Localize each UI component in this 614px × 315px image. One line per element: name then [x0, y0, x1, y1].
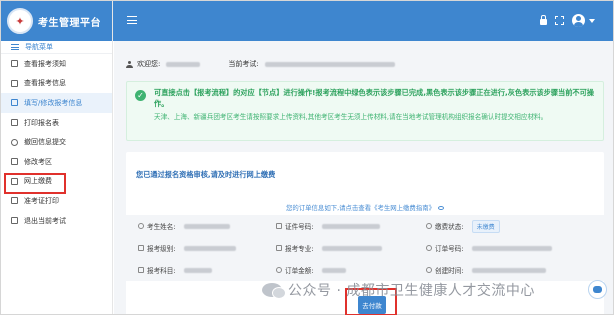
- redacted-value: [183, 267, 212, 273]
- logo-bar: ✦ 考生管理平台: [1, 1, 112, 41]
- list-icon: [138, 267, 144, 273]
- sidebar-item-label: 填写/修改报考信息: [24, 98, 83, 107]
- order-info-grid: 考生姓名: 证件号码: 缴费状态: 未缴费 报考级别: 报考专业: 订单号码: …: [126, 215, 604, 281]
- book-icon: [276, 245, 282, 251]
- sidebar-item-online-payment[interactable]: 网上缴费: [1, 172, 112, 194]
- person-icon: [138, 223, 144, 229]
- sidebar-item-exit-exam[interactable]: 退出当前考试: [1, 211, 112, 231]
- field-label: 订单号码:: [435, 245, 464, 253]
- sidebar-item-label: 准考证打印: [24, 196, 59, 205]
- logo-emblem-icon: ✦: [7, 8, 33, 34]
- field-level: 报考级别:: [138, 237, 236, 259]
- field-label: 证件号码:: [285, 223, 314, 231]
- sidebar-item-label: 网上缴费: [24, 177, 52, 186]
- field-name: 考生姓名:: [138, 215, 230, 237]
- coin-icon: [426, 223, 432, 229]
- redacted-username: [166, 61, 201, 67]
- field-id-number: 证件号码:: [276, 215, 380, 237]
- eye-icon: [438, 206, 444, 210]
- notice-line-1: 可直接点击【报考流程】的对应【节点】进行操作!报考流程中绿色表示该步骤已完成,黑…: [154, 88, 594, 108]
- order-icon: [426, 245, 432, 251]
- coin-icon: [276, 267, 282, 273]
- field-label: 创建时间:: [435, 267, 464, 275]
- field-subject: 报考科目:: [138, 259, 212, 281]
- sidebar: ✦ 考生管理平台 导航菜单 查看报考须知 查看报考信息 填写/修改报考信息 打印…: [1, 1, 113, 314]
- redacted-value: [321, 267, 346, 273]
- field-label: 缴费状态:: [435, 223, 464, 231]
- undo-icon: [11, 138, 18, 146]
- field-label: 报考专业:: [285, 245, 314, 253]
- sidebar-item-exam-notice[interactable]: 查看报考须知: [1, 54, 112, 74]
- welcome-label: 欢迎您:: [137, 60, 161, 68]
- fullscreen-icon[interactable]: [555, 16, 564, 25]
- status-badge: 未缴费: [471, 219, 500, 233]
- user-icon: [126, 60, 133, 68]
- edit-icon: [11, 99, 18, 107]
- sidebar-item-admit-card[interactable]: 准考证打印: [1, 191, 112, 211]
- document-icon: [11, 177, 18, 185]
- top-bar: [113, 1, 613, 41]
- sidebar-item-withdraw[interactable]: 撤回信息提交: [1, 132, 112, 152]
- top-bar-actions: [540, 14, 595, 27]
- field-label: 考生姓名:: [147, 223, 176, 231]
- sidebar-item-label: 打印报名表: [24, 118, 59, 127]
- check-icon: ✓: [135, 90, 146, 101]
- card-icon: [11, 79, 18, 87]
- message-icon: [11, 60, 18, 68]
- payment-guide-link[interactable]: 您的订单信息如下,请点击查看《考生网上缴费指南》: [126, 203, 604, 212]
- notice-line-2: 天津、上海、新疆兵团考区考生请按照要求上传资料,其他考区考生无须上传材料,请在当…: [154, 113, 548, 121]
- redacted-value: [183, 223, 230, 229]
- chat-icon[interactable]: [588, 280, 607, 299]
- watermark-text: 公众号 · 成都市卫生健康人才交流中心: [288, 283, 535, 299]
- field-major: 报考专业:: [276, 237, 382, 259]
- nav-menu-header: 导航菜单: [1, 41, 112, 54]
- field-amount: 订单金额:: [276, 259, 346, 281]
- field-label: 报考科目:: [147, 267, 176, 275]
- exit-icon: [11, 217, 18, 225]
- nav-menu-title: 导航菜单: [25, 43, 53, 51]
- redacted-value: [471, 267, 546, 273]
- user-avatar-icon[interactable]: [572, 14, 585, 27]
- card-icon: [276, 223, 282, 229]
- field-label: 订单金额:: [285, 267, 314, 275]
- sidebar-item-label: 退出当前考试: [24, 216, 66, 225]
- clock-icon: [426, 267, 432, 273]
- print-icon: [11, 119, 18, 127]
- field-order-number: 订单号码:: [426, 237, 552, 259]
- redacted-value: [321, 245, 382, 251]
- payment-title: 您已通过报名资格审核,请及时进行网上缴费: [136, 170, 276, 179]
- redacted-exam-name: [264, 61, 395, 67]
- watermark: 公众号 · 成都市卫生健康人才交流中心: [262, 279, 535, 301]
- sidebar-item-label: 修改考区: [24, 157, 52, 166]
- redacted-value: [183, 245, 236, 251]
- sidebar-item-label: 撤回信息提交: [24, 138, 66, 147]
- sidebar-item-edit-info[interactable]: 填写/修改报考信息: [1, 93, 112, 113]
- ticket-icon: [11, 197, 18, 205]
- list-icon: [11, 44, 19, 50]
- swap-icon: [11, 158, 18, 166]
- sidebar-item-change-region[interactable]: 修改考区: [1, 152, 112, 172]
- sidebar-item-exam-info[interactable]: 查看报考信息: [1, 74, 112, 94]
- field-payment-status: 缴费状态: 未缴费: [426, 215, 500, 237]
- main-content: 欢迎您: 当前考试: ✓ 可直接点击【报考流程】的对应【节点】进行操作!报考流程…: [114, 41, 613, 315]
- chevron-down-icon[interactable]: [589, 18, 595, 23]
- process-notice: ✓ 可直接点击【报考流程】的对应【节点】进行操作!报考流程中绿色表示该步骤已完成…: [126, 81, 604, 141]
- wechat-icon: [262, 283, 286, 299]
- redacted-value: [321, 223, 380, 229]
- redacted-value: [471, 245, 552, 251]
- lock-icon[interactable]: [540, 15, 547, 25]
- list-icon: [138, 245, 144, 251]
- sidebar-item-label: 查看报考须知: [24, 59, 66, 68]
- welcome-bar: 欢迎您: 当前考试:: [126, 53, 604, 75]
- payment-guide-text[interactable]: 您的订单信息如下,请点击查看《考生网上缴费指南》: [286, 204, 435, 212]
- menu-icon[interactable]: [127, 16, 137, 24]
- app-title: 考生管理平台: [38, 17, 101, 29]
- current-exam-label: 当前考试:: [228, 60, 259, 68]
- field-created-time: 创建时间:: [426, 259, 546, 281]
- sidebar-item-print-form[interactable]: 打印报名表: [1, 113, 112, 133]
- sidebar-item-label: 查看报考信息: [24, 79, 66, 88]
- field-label: 报考级别:: [147, 245, 176, 253]
